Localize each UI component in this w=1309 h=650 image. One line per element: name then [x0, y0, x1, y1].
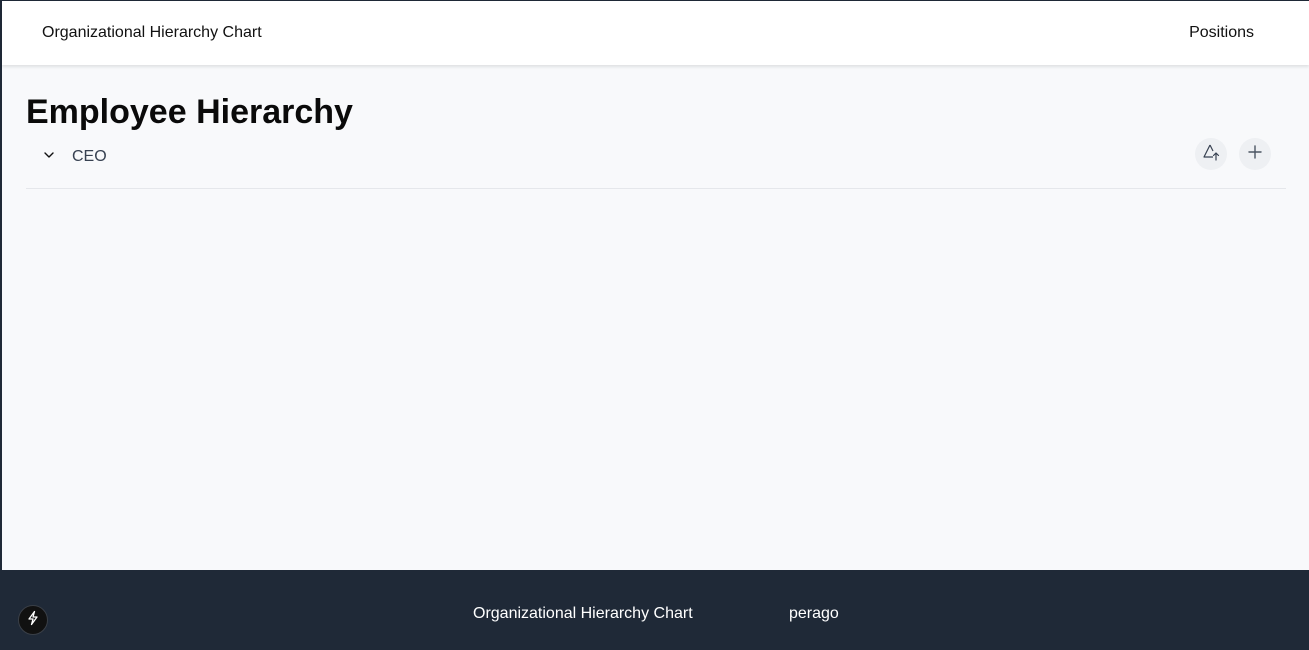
- expand-toggle-button[interactable]: [26, 141, 72, 173]
- brand-link[interactable]: Organizational Hierarchy Chart: [42, 24, 262, 42]
- bolt-icon: [25, 610, 41, 631]
- footer: Organizational Hierarchy Chart perago: [2, 570, 1309, 650]
- vector-shape-up-icon: [1202, 143, 1220, 166]
- main-content: Employee Hierarchy CEO: [26, 65, 1286, 189]
- footer-title: Organizational Hierarchy Chart: [473, 605, 693, 622]
- nav-link-positions[interactable]: Positions: [1189, 24, 1254, 42]
- dev-tools-badge[interactable]: [18, 605, 48, 635]
- chevron-down-icon: [43, 148, 55, 166]
- tree-node-label: CEO: [72, 148, 107, 165]
- page-title: Employee Hierarchy: [26, 93, 353, 131]
- node-actions: [1195, 138, 1271, 170]
- footer-brand: perago: [789, 605, 839, 622]
- tree-node-ceo: CEO: [26, 136, 1286, 189]
- app-window: Organizational Hierarchy Chart Positions…: [0, 0, 1309, 650]
- add-position-button[interactable]: [1239, 138, 1271, 170]
- top-navbar: Organizational Hierarchy Chart Positions: [2, 1, 1309, 65]
- move-position-button[interactable]: [1195, 138, 1227, 170]
- plus-icon: [1247, 144, 1263, 165]
